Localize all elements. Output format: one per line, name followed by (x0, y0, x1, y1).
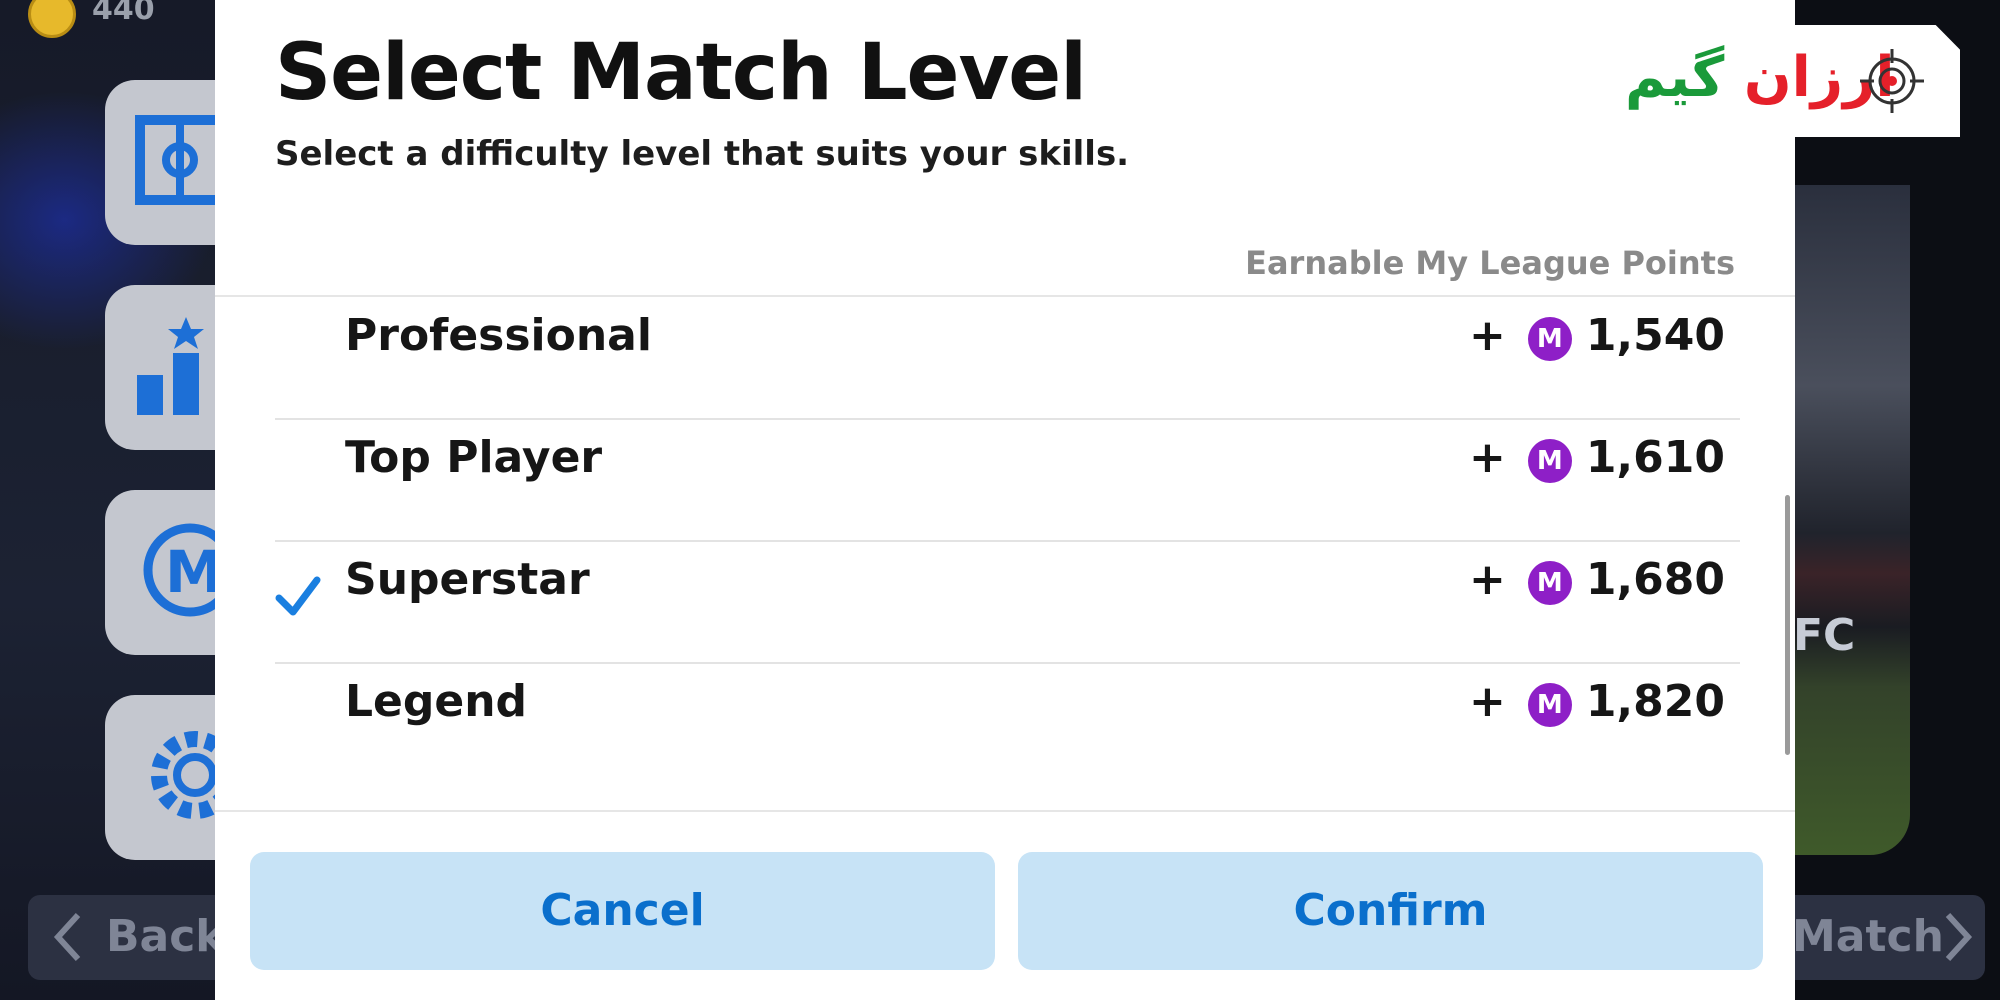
divider (215, 295, 1795, 297)
match-label: Match (1792, 911, 1944, 962)
plus-sign: + (1468, 676, 1506, 727)
coin-count: 440 (92, 0, 155, 27)
points-value: 1,610 (1585, 432, 1725, 483)
points-value: 1,540 (1585, 310, 1725, 361)
logo-text: ارزان گیم (1625, 45, 1895, 110)
level-list: Professional + M 1,540 Top Player + M 1,… (275, 298, 1740, 784)
plus-sign: + (1468, 554, 1506, 605)
myleague-points-icon: M (1527, 316, 1572, 361)
points-column-header: Earnable My League Points (1245, 244, 1735, 282)
chevron-left-icon (50, 907, 86, 978)
divider (215, 810, 1795, 812)
target-icon (1860, 49, 1924, 113)
plus-sign: + (1468, 432, 1506, 483)
list-scrollbar[interactable] (1785, 495, 1790, 755)
dialog-subtitle: Select a difficulty level that suits you… (275, 134, 1130, 174)
level-points: + M 1,540 (1469, 310, 1725, 361)
level-name: Superstar (345, 554, 590, 605)
plus-sign: + (1468, 310, 1506, 361)
points-value: 1,680 (1585, 554, 1725, 605)
logo-word-green: گیم (1625, 45, 1725, 110)
gear-icon (151, 731, 225, 819)
level-row-superstar[interactable]: Superstar + M 1,680 (275, 542, 1740, 664)
back-label: Back (106, 911, 225, 962)
cancel-button[interactable]: Cancel (250, 852, 995, 970)
dialog-title: Select Match Level (275, 28, 1087, 118)
level-name: Top Player (345, 432, 603, 483)
level-row-professional[interactable]: Professional + M 1,540 (275, 298, 1740, 420)
ranking-icon (137, 317, 204, 415)
chevron-right-icon (1940, 907, 1976, 978)
level-name: Legend (345, 676, 528, 727)
match-level-dialog: Select Match Level Select a difficulty l… (215, 0, 1795, 1000)
level-points: + M 1,820 (1469, 676, 1725, 727)
back-button[interactable]: Back (28, 895, 228, 980)
confirm-button[interactable]: Confirm (1018, 852, 1763, 970)
fc-text: FC (1793, 610, 1856, 661)
myleague-points-icon: M (1527, 682, 1572, 727)
level-points: + M 1,610 (1469, 432, 1725, 483)
myleague-icon: M (143, 523, 225, 617)
myleague-points-icon: M (1527, 438, 1572, 483)
level-row-top-player[interactable]: Top Player + M 1,610 (275, 420, 1740, 542)
myleague-points-icon: M (1527, 560, 1572, 605)
stadium-image (1795, 185, 1910, 855)
level-name: Professional (345, 310, 652, 361)
pitch-icon (135, 115, 225, 205)
watermark-logo: ارزان گیم (1555, 25, 1960, 137)
checkmark-icon (275, 574, 321, 620)
match-button[interactable]: Match (1780, 895, 1985, 980)
level-row-legend[interactable]: Legend + M 1,820 (275, 664, 1740, 784)
level-points: + M 1,680 (1469, 554, 1725, 605)
points-value: 1,820 (1585, 676, 1725, 727)
